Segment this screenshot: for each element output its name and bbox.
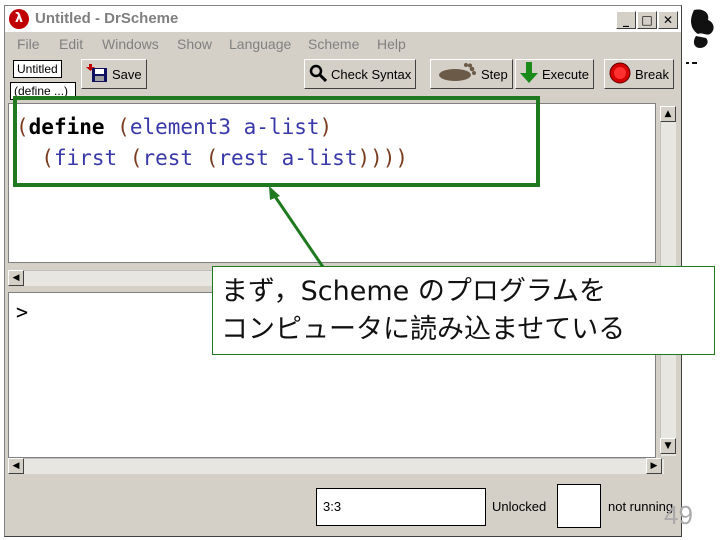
scroll-left-arrow-icon[interactable]: ◀: [8, 270, 24, 286]
footprint-icon: [435, 62, 477, 86]
callout-line-1: まず，Scheme のプログラムを: [221, 276, 607, 307]
definitions-vertical-scrollbar[interactable]: ▲: [660, 106, 676, 266]
cursor-position-field: 3:3: [316, 488, 486, 526]
down-arrow-icon: [520, 61, 538, 87]
interactions-horizontal-scrollbar[interactable]: ◀ ▶: [8, 458, 664, 474]
break-label: Break: [635, 66, 669, 82]
callout-arrow: [269, 186, 325, 268]
scroll-right-arrow-icon[interactable]: ▶: [646, 458, 662, 474]
explanation-callout: まず，Scheme のプログラムを コンピュータに読み込ませている: [212, 266, 715, 355]
lock-status[interactable]: Unlocked: [492, 499, 546, 514]
magnifier-icon: [309, 64, 328, 85]
stop-sign-icon: [609, 62, 631, 87]
execute-button[interactable]: Execute: [515, 59, 594, 89]
window-title: Untitled - DrScheme: [35, 10, 179, 27]
close-button[interactable]: ✕: [658, 11, 678, 29]
check-syntax-label: Check Syntax: [331, 66, 412, 82]
menu-scheme[interactable]: Scheme: [308, 36, 359, 52]
menu-show[interactable]: Show: [177, 36, 212, 52]
callout-line-2: コンピュータに読み込ませている: [221, 314, 626, 345]
break-button[interactable]: Break: [604, 59, 674, 89]
check-syntax-button[interactable]: Check Syntax: [304, 59, 417, 89]
step-button[interactable]: Step: [430, 59, 513, 89]
menu-file[interactable]: File: [17, 36, 40, 52]
floppy-disk-icon: [86, 63, 108, 86]
menu-help[interactable]: Help: [377, 36, 406, 52]
title-bar[interactable]: λ Untitled - DrScheme _ □ ✕: [5, 6, 681, 32]
save-button[interactable]: Save: [81, 59, 147, 89]
code-highlight-box: [13, 96, 540, 187]
mascot-logo-icon: [686, 9, 714, 64]
scroll-down-arrow-icon[interactable]: ▼: [660, 438, 676, 454]
filename-button[interactable]: Untitled: [13, 60, 62, 78]
execute-label: Execute: [542, 66, 589, 82]
scroll-up-arrow-icon[interactable]: ▲: [660, 106, 676, 122]
menu-windows[interactable]: Windows: [102, 36, 159, 52]
slide-page-number: 49: [664, 500, 693, 530]
minimize-button[interactable]: _: [616, 11, 636, 29]
step-label: Step: [481, 66, 508, 82]
repl-prompt: >: [16, 300, 29, 324]
maximize-button[interactable]: □: [637, 11, 657, 29]
save-label: Save: [112, 66, 142, 82]
scroll-left-arrow-icon[interactable]: ◀: [8, 458, 24, 474]
menu-edit[interactable]: Edit: [59, 36, 83, 52]
menu-language[interactable]: Language: [229, 36, 291, 52]
menu-bar: File Edit Windows Show Language Scheme H…: [5, 33, 681, 55]
drscheme-logo-icon[interactable]: λ: [9, 9, 29, 29]
gc-indicator: [557, 484, 601, 528]
